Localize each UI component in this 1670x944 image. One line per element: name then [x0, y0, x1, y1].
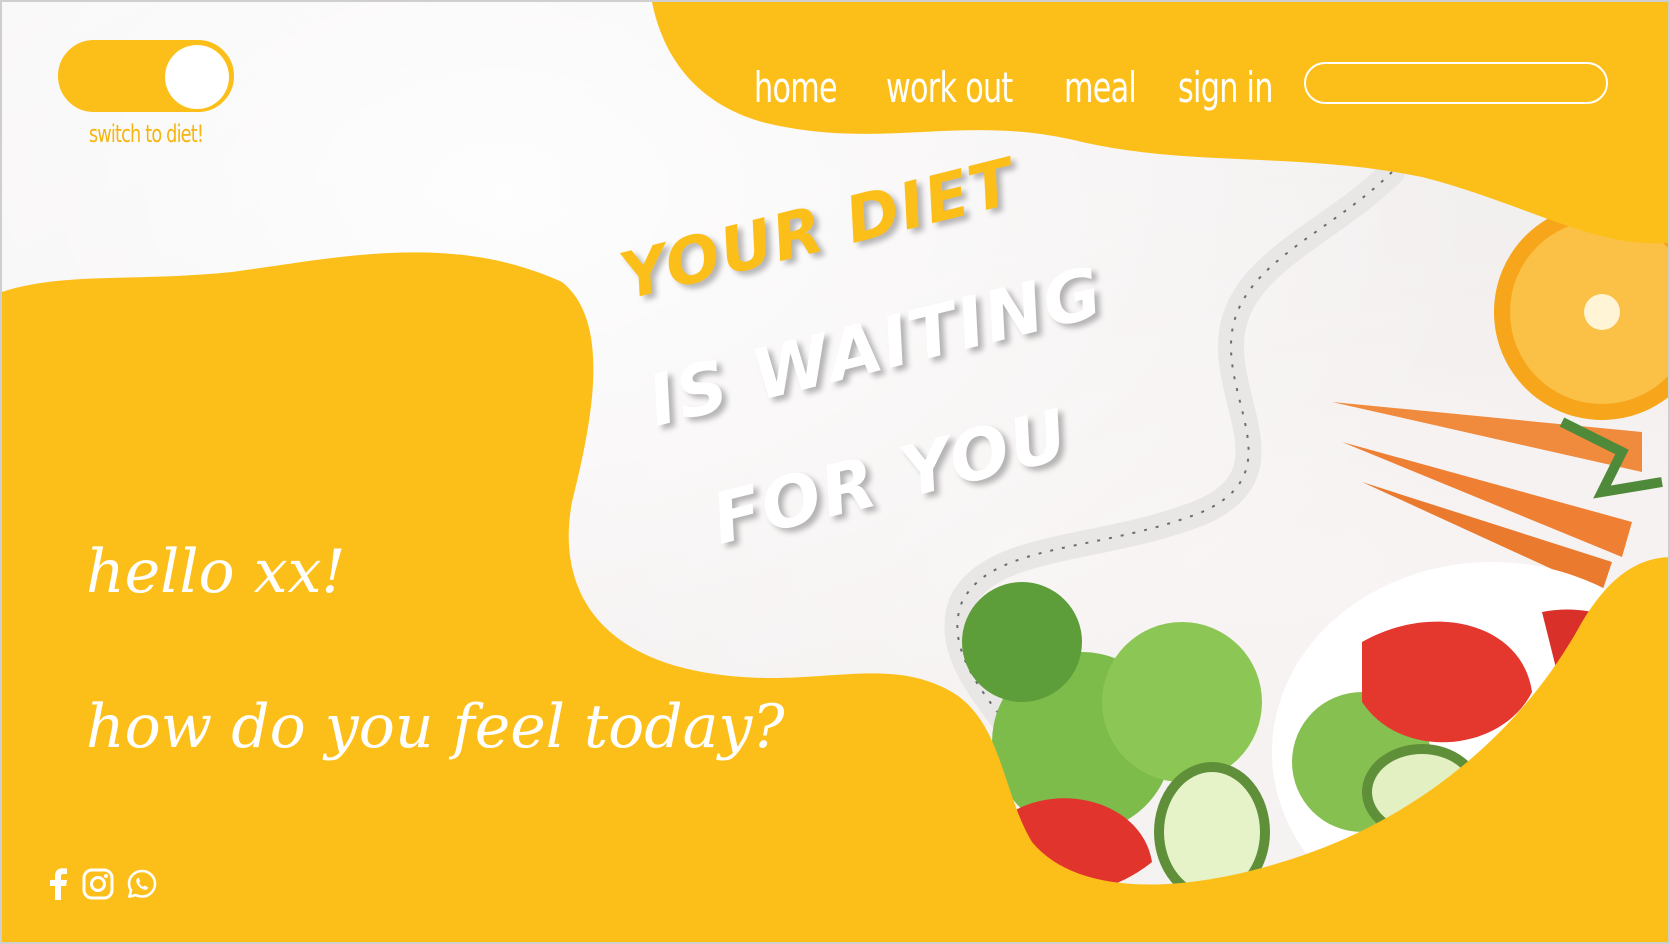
toggle-label: switch to diet!: [88, 120, 204, 148]
page-frame: switch to diet! home work out meal sign …: [0, 0, 1670, 944]
whatsapp-icon[interactable]: [126, 868, 158, 900]
background-shapes: [2, 2, 1668, 942]
greeting-question: how do you feel today?: [86, 692, 785, 762]
diet-toggle[interactable]: [58, 40, 234, 112]
toggle-knob[interactable]: [165, 45, 229, 109]
nav-item-home[interactable]: home: [754, 58, 838, 118]
instagram-icon[interactable]: [82, 868, 114, 900]
nav-item-work-out[interactable]: work out: [886, 58, 1013, 118]
search-input[interactable]: [1304, 62, 1608, 104]
facebook-icon[interactable]: [48, 868, 68, 900]
top-right-blob: [652, 2, 1668, 244]
greeting-hello: hello xx!: [86, 537, 346, 607]
nav-item-meal[interactable]: meal: [1064, 58, 1137, 118]
nav-item-sign-in[interactable]: sign in: [1178, 58, 1273, 118]
